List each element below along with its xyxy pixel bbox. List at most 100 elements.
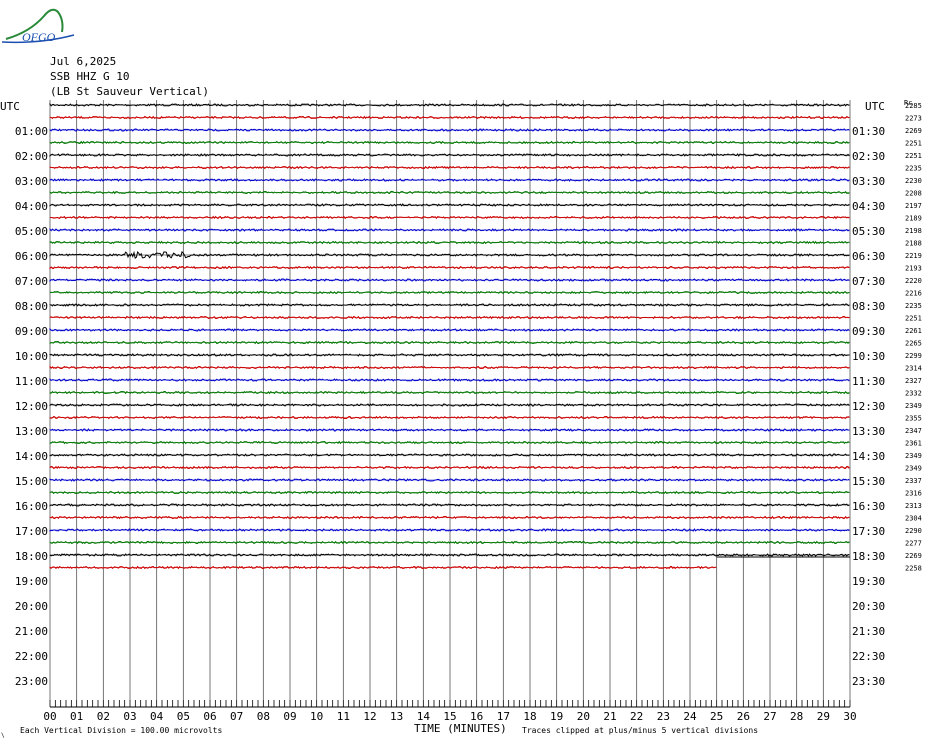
trace-value: 2290 <box>905 527 922 535</box>
trace-value: 2189 <box>905 215 922 223</box>
right-hour-label: UTC <box>865 100 885 113</box>
x-tick-label: 04 <box>150 710 164 723</box>
trace-value: 2313 <box>905 502 922 510</box>
plot-grid <box>49 100 851 708</box>
helicorder-plot: UTC 01:00 02:00 03:00 04:00 05:00 06:00 07:00 08… <box>0 99 922 739</box>
trace-value: 2251 <box>905 140 922 148</box>
left-hour-label: 10:00 <box>15 350 48 363</box>
right-hour-label: 15:30 <box>852 475 885 488</box>
left-hour-labels: UTC 01:00 02:00 03:00 04:00 05:00 06:00 07:00 08… <box>0 100 48 688</box>
trace-value: 2269 <box>905 127 922 135</box>
trace-value: 2188 <box>905 240 922 248</box>
left-hour-label: 08:00 <box>15 300 48 313</box>
trace-value: 2230 <box>905 177 922 185</box>
trace-value: 2361 <box>905 440 922 448</box>
x-tick-label: 10 <box>310 710 323 723</box>
x-tick-label: 19 <box>550 710 563 723</box>
right-column-label: Rc <box>904 99 912 107</box>
trace-value: 2337 <box>905 477 922 485</box>
x-tick-label: 24 <box>683 710 697 723</box>
x-tick-label: 12 <box>363 710 376 723</box>
x-tick-label: 03 <box>123 710 136 723</box>
left-hour-label: 07:00 <box>15 275 48 288</box>
left-hour-label: 02:00 <box>15 150 48 163</box>
trace-value: 2261 <box>905 327 922 335</box>
trace-value: 2269 <box>905 552 922 560</box>
x-tick-label: 21 <box>603 710 616 723</box>
trace-value: 2314 <box>905 365 922 373</box>
x-tick-label: 13 <box>390 710 403 723</box>
trace-value: 2220 <box>905 277 922 285</box>
trace-value: 2316 <box>905 490 922 498</box>
right-hour-label: 08:30 <box>852 300 885 313</box>
right-hour-label: 05:30 <box>852 225 885 238</box>
trace-value: 2327 <box>905 377 922 385</box>
left-hour-label: 03:00 <box>15 175 48 188</box>
right-trace-values: 2285227322692251225122352230220821972189… <box>905 102 922 573</box>
x-tick-label: 26 <box>737 710 750 723</box>
seismic-trace <box>49 565 717 570</box>
right-hour-label: 09:30 <box>852 325 885 338</box>
right-hour-label: 03:30 <box>852 175 885 188</box>
trace-value: 2332 <box>905 390 922 398</box>
left-hour-label: 16:00 <box>15 500 48 513</box>
trace-value: 2251 <box>905 315 922 323</box>
x-tick-label: 01 <box>70 710 83 723</box>
scale-note: Each Vertical Division = 100.00 microvol… <box>20 726 222 735</box>
x-tick-label: 06 <box>203 710 216 723</box>
left-hour-label: 06:00 <box>15 250 48 263</box>
trace-value: 2299 <box>905 352 922 360</box>
right-hour-label: 06:30 <box>852 250 885 263</box>
right-hour-label: 13:30 <box>852 425 885 438</box>
x-tick-label: 05 <box>177 710 190 723</box>
x-tick-label: 28 <box>790 710 803 723</box>
right-hour-label: 14:30 <box>852 450 885 463</box>
x-tick-label: 23 <box>657 710 670 723</box>
left-hour-label: 15:00 <box>15 475 48 488</box>
right-hour-label: 16:30 <box>852 500 885 513</box>
trace-value: 2235 <box>905 302 922 310</box>
left-hour-label: 13:00 <box>15 425 48 438</box>
x-tick-label: 30 <box>843 710 856 723</box>
trace-value: 2277 <box>905 540 922 548</box>
trace-value: 2349 <box>905 465 922 473</box>
right-hour-label: 04:30 <box>852 200 885 213</box>
x-tick-label: 09 <box>283 710 296 723</box>
left-hour-label: 17:00 <box>15 525 48 538</box>
trace-value: 2235 <box>905 165 922 173</box>
trace-value: 2208 <box>905 190 922 198</box>
trace-value: 2273 <box>905 115 922 123</box>
right-hour-labels: UTC 01:30 02:30 03:30 04:30 05:30 06:30 07:30 08… <box>852 100 885 688</box>
left-hour-label: 18:00 <box>15 550 48 563</box>
right-hour-label: 20:30 <box>852 600 885 613</box>
x-tick-label: 22 <box>630 710 643 723</box>
right-hour-label: 18:30 <box>852 550 885 563</box>
trace-value: 2198 <box>905 227 922 235</box>
right-hour-label: 12:30 <box>852 400 885 413</box>
left-hour-label: 23:00 <box>15 675 48 688</box>
trace-value: 2219 <box>905 252 922 260</box>
left-hour-label: 04:00 <box>15 200 48 213</box>
x-tick-label: 20 <box>577 710 590 723</box>
trace-value: 2349 <box>905 402 922 410</box>
x-tick-label: 02 <box>97 710 110 723</box>
right-hour-label: 17:30 <box>852 525 885 538</box>
right-hour-label: 21:30 <box>852 625 885 638</box>
trace-value: 2197 <box>905 202 922 210</box>
trace-value: 2304 <box>905 515 922 523</box>
right-hour-label: 22:30 <box>852 650 885 663</box>
right-hour-label: 23:30 <box>852 675 885 688</box>
x-tick-label: 07 <box>230 710 243 723</box>
left-hour-label: 11:00 <box>15 375 48 388</box>
right-hour-label: 10:30 <box>852 350 885 363</box>
trace-value: 2265 <box>905 340 922 348</box>
x-tick-label: 18 <box>523 710 536 723</box>
clip-note: Traces clipped at plus/minus 5 vertical … <box>522 726 758 735</box>
trace-value: 2347 <box>905 427 922 435</box>
trace-value: 2258 <box>905 565 922 573</box>
x-tick-label: 08 <box>257 710 270 723</box>
left-hour-label: 01:00 <box>15 125 48 138</box>
trace-value: 2349 <box>905 452 922 460</box>
trace-value: 2355 <box>905 415 922 423</box>
right-hour-label: 01:30 <box>852 125 885 138</box>
